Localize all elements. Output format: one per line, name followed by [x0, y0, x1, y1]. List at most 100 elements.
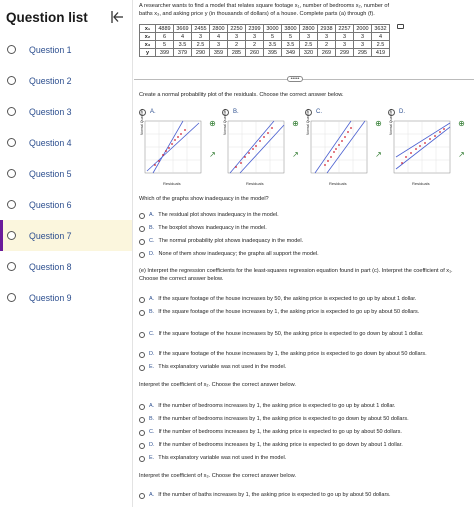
- inadequacy-option-c[interactable]: C. The normal probability plot shows inad…: [139, 238, 459, 245]
- x-axis-label: Residuals: [329, 181, 347, 186]
- x1-option-c[interactable]: C. If the square footage of the house inc…: [139, 331, 459, 338]
- y-axis-label: Normal Quantiles: [389, 108, 393, 135]
- table-cell: 320: [299, 48, 318, 57]
- question-label: Question 9: [29, 292, 72, 303]
- question-status-icon: [7, 262, 16, 271]
- external-link-icon[interactable]: ↗: [290, 150, 301, 161]
- inadequacy-option-d[interactable]: D. None of them show inadequacy; the grap…: [139, 251, 459, 258]
- table-row-header: x₃: [139, 40, 156, 49]
- external-link-icon[interactable]: ↗: [207, 150, 218, 161]
- table-row: x₃ 5 3.5 2.5 3 2 2 3.5 3.5 2.5 2 3 3 2.5: [139, 40, 390, 49]
- question-item-6[interactable]: Question 6: [0, 189, 132, 220]
- inadequacy-option-a[interactable]: A. The residual plot shows inadequacy in …: [139, 212, 458, 219]
- question-item-8[interactable]: Question 8: [0, 251, 132, 282]
- radio-button[interactable]: [139, 403, 145, 410]
- radio-button[interactable]: [139, 351, 145, 358]
- question-label: Question 4: [29, 137, 72, 148]
- graph-option-c[interactable]: C. Normal Quantiles Residuals ⊕ ↗: [305, 107, 385, 186]
- option-label: A.: [149, 212, 155, 218]
- radio-button[interactable]: [139, 309, 145, 316]
- radio-button[interactable]: [139, 331, 145, 338]
- table-cell: 349: [281, 48, 300, 57]
- question-item-9[interactable]: Question 9: [0, 282, 132, 313]
- question-status-icon: [7, 107, 16, 116]
- table-cell: 3669: [173, 24, 192, 33]
- x2-option-d[interactable]: D. If the number of bedrooms increases by…: [139, 442, 459, 449]
- x1-option-e[interactable]: E. This explanatory variable was not used…: [139, 364, 458, 371]
- zoom-icon[interactable]: ⊕: [207, 119, 218, 130]
- x1-option-a[interactable]: A. If the square footage of the house inc…: [139, 296, 458, 303]
- x1-option-d[interactable]: D. If the square footage of the house inc…: [139, 351, 459, 358]
- table-cell: 379: [173, 48, 192, 57]
- option-text: The boxplot shows inadequacy in the mode…: [158, 225, 267, 231]
- collapse-sidebar-icon[interactable]: [110, 10, 124, 24]
- radio-button[interactable]: [139, 455, 145, 462]
- radio-button[interactable]: [139, 364, 145, 371]
- question-item-5[interactable]: Question 5: [0, 158, 132, 189]
- x2-option-c[interactable]: C. If the number of bedrooms increases by…: [139, 429, 459, 436]
- table-cell: 2257: [335, 24, 354, 33]
- zoom-icon[interactable]: ⊕: [456, 119, 467, 130]
- question-label: Question 5: [29, 168, 72, 179]
- x-axis-label: Residuals: [412, 181, 430, 186]
- option-text: The residual plot shows inadequacy in th…: [158, 212, 279, 218]
- graph-option-d[interactable]: D. Normal Quantiles Residuals ⊕ ↗: [388, 107, 468, 186]
- option-label: D.: [399, 109, 405, 115]
- radio-button[interactable]: [139, 492, 145, 499]
- y-axis-label: Normal Quantiles: [306, 108, 310, 135]
- radio-button[interactable]: [139, 212, 145, 219]
- option-label: B.: [149, 416, 155, 422]
- radio-button[interactable]: [139, 442, 145, 449]
- question-list: Question 1 Question 2 Question 3 Questio…: [0, 34, 132, 313]
- table-cell: 269: [317, 48, 336, 57]
- question-prompt: A researcher wants to find a model that …: [139, 3, 390, 18]
- radio-button[interactable]: [139, 238, 145, 245]
- question-item-7[interactable]: Question 7: [0, 220, 132, 251]
- table-cell: 4889: [155, 24, 174, 33]
- radio-button[interactable]: [139, 429, 145, 436]
- table-cell: 2.5: [371, 40, 390, 49]
- option-text: If the square footage of the house incre…: [158, 351, 427, 357]
- option-text: If the number of baths increases by 1, t…: [158, 492, 391, 498]
- option-text: This explanatory variable was not used i…: [158, 364, 287, 370]
- question-item-2[interactable]: Question 2: [0, 65, 132, 96]
- radio-button[interactable]: [139, 416, 145, 423]
- copy-data-icon[interactable]: [397, 24, 404, 29]
- x2-option-a[interactable]: A. If the number of bedrooms increases by…: [139, 403, 458, 410]
- option-text: If the number of bedrooms increases by 1…: [158, 442, 403, 448]
- option-label: D.: [149, 251, 155, 257]
- graph-option-a[interactable]: A. Normal Quantiles Residuals ⊕ ↗: [139, 107, 219, 186]
- zoom-icon[interactable]: ⊕: [290, 119, 301, 130]
- table-cell: 3.5: [263, 40, 282, 49]
- option-label: C.: [149, 331, 155, 337]
- x2-option-e[interactable]: E. This explanatory variable was not used…: [139, 455, 458, 462]
- inadequacy-option-b[interactable]: B. The boxplot shows inadequacy in the mo…: [139, 225, 458, 232]
- option-label: E.: [149, 364, 155, 370]
- option-text: If the square footage of the house incre…: [158, 331, 424, 337]
- radio-button[interactable]: [139, 225, 145, 232]
- table-cell: 3: [353, 40, 372, 49]
- external-link-icon[interactable]: ↗: [456, 150, 467, 161]
- radio-button[interactable]: [139, 251, 145, 258]
- expand-more-button[interactable]: •••••: [287, 76, 303, 82]
- question-list-sidebar: Question list Question 1 Question 2 Ques…: [0, 0, 133, 507]
- x1-option-b[interactable]: B. If the square footage of the house inc…: [139, 309, 458, 316]
- table-cell: 2.5: [299, 40, 318, 49]
- question-item-4[interactable]: Question 4: [0, 127, 132, 158]
- external-link-icon[interactable]: ↗: [373, 150, 384, 161]
- question-item-3[interactable]: Question 3: [0, 96, 132, 127]
- question-item-1[interactable]: Question 1: [0, 34, 132, 65]
- question-status-icon: [7, 169, 16, 178]
- option-text: If the number of bedrooms increases by 1…: [158, 416, 409, 422]
- table-row: x₂ 6 4 3 4 3 3 5 5 3 3 3 3 4: [139, 32, 390, 41]
- option-text: If the number of bedrooms increases by 1…: [158, 403, 396, 409]
- x3-option-a[interactable]: A. If the number of baths increases by 1,…: [139, 492, 458, 499]
- graph-option-b[interactable]: B. Normal Quantiles Residuals ⊕ ↗: [222, 107, 302, 186]
- table-cell: 3632: [371, 24, 390, 33]
- radio-button[interactable]: [139, 296, 145, 303]
- table-cell: 6: [155, 32, 174, 41]
- x2-option-b[interactable]: B. If the number of bedrooms increases by…: [139, 416, 458, 423]
- zoom-icon[interactable]: ⊕: [373, 119, 384, 130]
- table-cell: 3: [299, 32, 318, 41]
- option-text: None of them show inadequacy; the graphs…: [158, 251, 319, 257]
